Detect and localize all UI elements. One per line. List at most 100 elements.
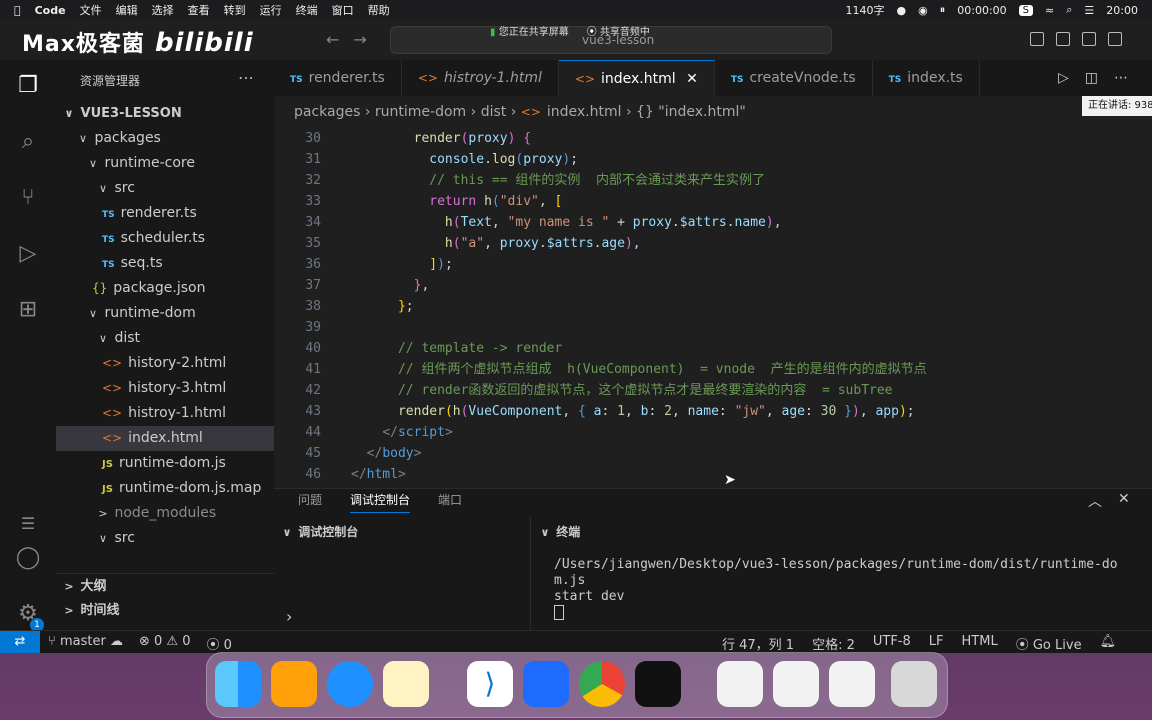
tree-file-history-3[interactable]: <> history-3.html: [56, 376, 274, 401]
encoding[interactable]: UTF-8: [873, 634, 911, 653]
tree-file-history-2[interactable]: <> history-2.html: [56, 351, 274, 376]
notes-icon[interactable]: [383, 661, 429, 707]
tab-ports[interactable]: 端口: [438, 491, 462, 513]
menu-help[interactable]: 帮助: [368, 2, 390, 18]
tencent-meeting-icon[interactable]: [523, 661, 569, 707]
toggle-panel-icon[interactable]: [1056, 32, 1070, 46]
apple-icon[interactable]: : [14, 4, 21, 17]
menu-selection[interactable]: 选择: [152, 2, 174, 18]
explorer-icon[interactable]: ❐: [14, 72, 42, 100]
tree-file-seq[interactable]: TS seq.ts: [56, 251, 274, 276]
menu-file[interactable]: 文件: [80, 2, 102, 18]
code-editor[interactable]: 30 render(proxy) { 31 console.log(proxy)…: [274, 126, 1152, 482]
tab-index-html[interactable]: <> index.html ✕: [558, 60, 715, 97]
run-icon[interactable]: ▷: [1058, 70, 1069, 86]
maximize-panel-icon[interactable]: ︿: [1088, 491, 1102, 511]
record-icon[interactable]: ◉: [918, 4, 928, 17]
tab-renderer-ts[interactable]: TS renderer.ts: [274, 60, 402, 96]
tree-file-runtime-dom-map[interactable]: JS runtime-dom.js.map: [56, 476, 274, 501]
trash-icon[interactable]: [891, 661, 937, 707]
menu-run[interactable]: 运行: [260, 2, 282, 18]
forward-arrow-icon[interactable]: →: [353, 30, 366, 49]
tab-problems[interactable]: 问题: [298, 491, 322, 513]
toggle-secondary-sidebar-icon[interactable]: [1082, 32, 1096, 46]
tree-file-index-html[interactable]: <> index.html: [56, 426, 274, 451]
tree-folder-packages[interactable]: ∨ packages: [56, 126, 274, 151]
go-live-button[interactable]: ⦿ Go Live: [1016, 634, 1082, 653]
indentation[interactable]: 空格: 2: [812, 634, 855, 653]
tree-folder-runtime-dom[interactable]: ∨ runtime-dom: [56, 301, 274, 326]
window-thumbnail-icon[interactable]: [773, 661, 819, 707]
pause-icon[interactable]: ⏸: [940, 3, 946, 17]
list-icon[interactable]: ☰: [14, 510, 42, 538]
tree-file-runtime-dom-js[interactable]: JS runtime-dom.js: [56, 451, 274, 476]
split-editor-icon[interactable]: ◫: [1085, 70, 1098, 86]
language-mode[interactable]: HTML: [962, 634, 998, 653]
menu-terminal[interactable]: 终端: [296, 2, 318, 18]
tree-folder-src-2[interactable]: ∨ src: [56, 526, 274, 551]
debug-console-pane[interactable]: ∨ 调试控制台 ›: [274, 517, 531, 631]
debug-console-title[interactable]: ∨ 调试控制台: [280, 523, 359, 540]
more-actions-icon[interactable]: ⋯: [238, 68, 254, 87]
tree-file-package-json[interactable]: {} package.json: [56, 276, 274, 301]
tree-file-scheduler[interactable]: TS scheduler.ts: [56, 226, 274, 251]
recorder-icon[interactable]: [635, 661, 681, 707]
notifications-bell-icon[interactable]: 🔔︎: [1100, 634, 1117, 653]
search-icon[interactable]: ⌕: [1066, 3, 1072, 17]
tree-folder-node-modules[interactable]: > node_modules: [56, 501, 274, 526]
wifi-icon[interactable]: ≈: [1045, 4, 1054, 17]
eol[interactable]: LF: [929, 634, 944, 653]
remote-indicator-icon[interactable]: ⇄: [0, 631, 40, 653]
safari-icon[interactable]: [327, 661, 373, 707]
window-thumbnail-icon[interactable]: [717, 661, 763, 707]
cursor-position[interactable]: 行 47，列 1: [722, 634, 794, 653]
branch-status[interactable]: ⑂ master ☁: [48, 634, 123, 653]
tab-index-ts[interactable]: TS index.ts: [873, 60, 980, 96]
problems-status[interactable]: ⊗ 0 ⚠ 0: [139, 634, 191, 653]
back-arrow-icon[interactable]: ←: [326, 30, 339, 49]
tree-file-renderer[interactable]: TS renderer.ts: [56, 201, 274, 226]
run-debug-icon[interactable]: ▷: [14, 240, 42, 268]
menu-window[interactable]: 窗口: [332, 2, 354, 18]
breadcrumb-packages[interactable]: packages: [294, 104, 360, 120]
account-icon[interactable]: ◯: [14, 544, 42, 572]
menu-go[interactable]: 转到: [224, 2, 246, 18]
tree-folder-runtime-core[interactable]: ∨ runtime-core: [56, 151, 274, 176]
menu-app-name[interactable]: Code: [35, 4, 66, 17]
outline-section[interactable]: > 大纲: [56, 573, 274, 599]
tab-debug-console[interactable]: 调试控制台: [350, 491, 411, 513]
timeline-section[interactable]: > 时间线: [56, 598, 274, 623]
source-control-icon[interactable]: ⑂: [14, 184, 42, 212]
launchpad-icon[interactable]: [271, 661, 317, 707]
ports-status[interactable]: ⦿ 0: [206, 634, 231, 653]
terminal-pane[interactable]: ∨ 终端 /Users/jiangwen/Desktop/vue3-lesson…: [532, 517, 1152, 631]
customize-layout-icon[interactable]: [1108, 32, 1122, 46]
more-actions-icon[interactable]: ⋯: [1114, 70, 1128, 86]
menu-view[interactable]: 查看: [188, 2, 210, 18]
close-panel-icon[interactable]: ✕: [1118, 491, 1130, 511]
window-thumbnail-icon[interactable]: [829, 661, 875, 707]
menu-edit[interactable]: 编辑: [116, 2, 138, 18]
toggle-sidebar-icon[interactable]: [1030, 32, 1044, 46]
breadcrumb-file[interactable]: index.html: [547, 104, 622, 120]
tab-histroy-1-html[interactable]: <> histroy-1.html: [402, 60, 559, 96]
terminal-title[interactable]: ∨ 终端: [538, 523, 581, 540]
breadcrumb-symbol[interactable]: {} "index.html": [636, 104, 746, 120]
tree-folder-dist[interactable]: ∨ dist: [56, 326, 274, 351]
breadcrumb-runtime-dom[interactable]: runtime-dom: [375, 104, 466, 120]
close-icon[interactable]: ✕: [686, 71, 698, 87]
finder-icon[interactable]: [215, 661, 261, 707]
mic-icon[interactable]: ●: [897, 4, 907, 17]
control-center-icon[interactable]: ☰: [1084, 4, 1094, 17]
s-app-icon[interactable]: S: [1018, 4, 1034, 16]
tree-folder-src[interactable]: ∨ src: [56, 176, 274, 201]
search-icon[interactable]: ⌕: [14, 128, 42, 156]
chrome-icon[interactable]: [579, 661, 625, 707]
tree-root[interactable]: ∨ VUE3-LESSON: [56, 101, 274, 126]
tab-createvnode-ts[interactable]: TS createVnode.ts: [715, 60, 873, 96]
tree-file-histroy-1[interactable]: <> histroy-1.html: [56, 401, 274, 426]
terminal-output[interactable]: /Users/jiangwen/Desktop/vue3-lesson/pack…: [554, 557, 1134, 623]
vscode-icon[interactable]: ⟩: [467, 661, 513, 707]
breadcrumb-dist[interactable]: dist: [481, 104, 507, 120]
extensions-icon[interactable]: ⊞: [14, 296, 42, 324]
